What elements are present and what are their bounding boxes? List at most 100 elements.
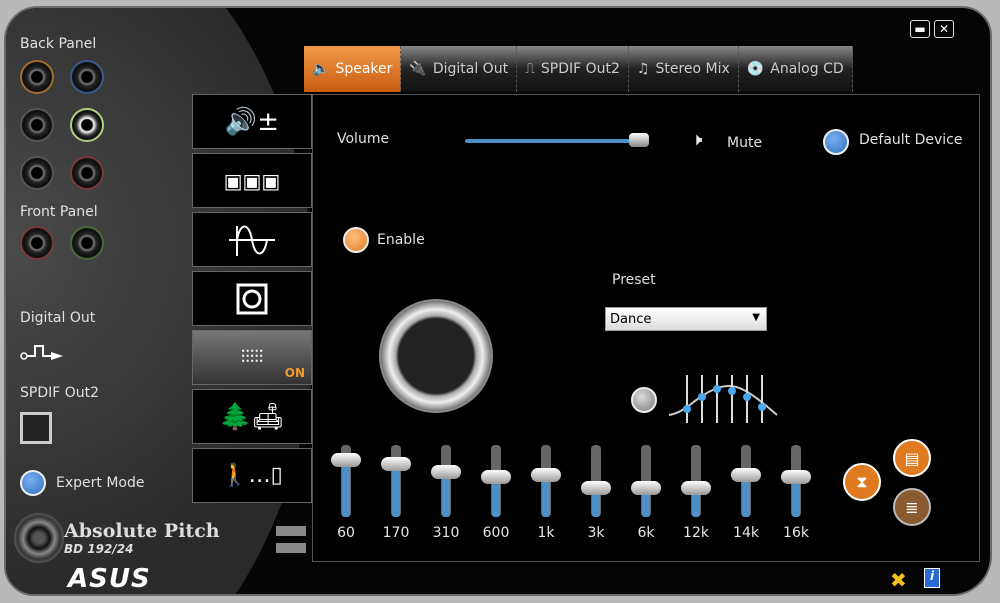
eq-band-label: 1k bbox=[537, 525, 555, 541]
equalizer-on-badge: ON bbox=[284, 366, 305, 380]
side-btn-subwoofer[interactable] bbox=[192, 271, 312, 326]
jack-gray[interactable] bbox=[20, 156, 54, 190]
tab-label: SPDIF Out2 bbox=[540, 61, 620, 77]
equalizer-icon: ⫶⫶⫶⫶⫶ bbox=[240, 347, 264, 368]
tab-digital-out[interactable]: 🔌 Digital Out bbox=[401, 46, 518, 92]
eq-slider-thumb[interactable] bbox=[781, 469, 811, 484]
eq-reset-button[interactable]: ⧗ bbox=[843, 463, 881, 501]
side-btn-environment[interactable]: 🌲🛋 bbox=[192, 389, 312, 444]
eq-slider-thumb[interactable] bbox=[431, 464, 461, 479]
volume-slider[interactable] bbox=[465, 133, 649, 147]
eq-delete-button[interactable]: ≣ bbox=[893, 488, 931, 526]
preset-label: Preset bbox=[612, 272, 656, 288]
close-button[interactable]: ✕ bbox=[934, 20, 954, 38]
eq-slider-60[interactable] bbox=[331, 445, 361, 517]
device-tabs: 🔈 Speaker 🔌 Digital Out ⎍ SPDIF Out2 ♫ Stere… bbox=[304, 46, 853, 92]
speaker-panel: Volume 🕨 Mute Default Device Enable Pres… bbox=[312, 94, 980, 562]
cd-icon: 💿 bbox=[746, 61, 765, 77]
settings-tools-icon[interactable]: ✖ bbox=[890, 568, 907, 592]
eq-slider-14k[interactable] bbox=[731, 445, 761, 517]
brand-model: BD 192/24 bbox=[64, 542, 134, 556]
tab-analog-cd[interactable]: 💿 Analog CD bbox=[739, 46, 853, 92]
brand-name: Absolute Pitch bbox=[64, 520, 220, 542]
eq-slider-thumb[interactable] bbox=[481, 469, 511, 484]
usb-plug-icon: 🔌 bbox=[409, 61, 427, 77]
jack-pink[interactable] bbox=[70, 156, 104, 190]
surround-speakers-icon: ▣▣▣ bbox=[223, 168, 281, 193]
eq-slider-12k[interactable] bbox=[681, 445, 711, 517]
speaker-volume-icon: 🔊± bbox=[224, 106, 280, 137]
info-icon[interactable]: i bbox=[924, 568, 940, 588]
chevron-down-icon: ▼ bbox=[752, 312, 760, 323]
eq-slider-16k[interactable] bbox=[781, 445, 811, 517]
eq-slider-310[interactable] bbox=[431, 445, 461, 517]
mute-label[interactable]: Mute bbox=[727, 135, 762, 151]
eq-band-label: 6k bbox=[637, 525, 655, 541]
preset-value: Dance bbox=[610, 312, 652, 327]
preset-dance-image bbox=[379, 299, 493, 413]
expert-mode-radio[interactable] bbox=[20, 470, 46, 496]
front-jack-pink[interactable] bbox=[20, 226, 54, 260]
eq-slider-1k[interactable] bbox=[531, 445, 561, 517]
side-btn-surround[interactable]: ▣▣▣ bbox=[192, 153, 312, 208]
digital-out-label: Digital Out bbox=[20, 310, 96, 326]
eq-slider-170[interactable] bbox=[381, 445, 411, 517]
front-panel-label: Front Panel bbox=[20, 204, 98, 220]
digital-out-icon[interactable] bbox=[20, 342, 72, 362]
eq-band-label: 3k bbox=[587, 525, 605, 541]
eq-slider-600[interactable] bbox=[481, 445, 511, 517]
eq-save-button[interactable]: ▤ bbox=[893, 439, 931, 477]
eq-band-label: 310 bbox=[432, 525, 460, 541]
eq-slider-thumb[interactable] bbox=[381, 457, 411, 472]
tab-label: Digital Out bbox=[432, 61, 509, 77]
jack-orange[interactable] bbox=[20, 60, 54, 94]
tab-speaker[interactable]: 🔈 Speaker bbox=[304, 46, 402, 92]
tab-spdif-out2[interactable]: ⎍ SPDIF Out2 bbox=[517, 46, 629, 92]
side-btn-speaker-volume[interactable]: 🔊± bbox=[192, 94, 312, 149]
speaker-logo-icon bbox=[14, 513, 64, 563]
scroll-up-button[interactable] bbox=[276, 526, 306, 536]
eq-slider-3k[interactable] bbox=[581, 445, 611, 517]
jack-green-active[interactable] bbox=[70, 108, 104, 142]
preset-dropdown[interactable]: Dance ▼ bbox=[605, 307, 767, 331]
optical-port-icon[interactable] bbox=[20, 412, 52, 444]
volume-slider-thumb[interactable] bbox=[629, 133, 649, 147]
tab-label: Speaker bbox=[335, 61, 393, 77]
jack-black[interactable] bbox=[20, 108, 54, 142]
eq-slider-6k[interactable] bbox=[631, 445, 661, 517]
eq-band-label: 14k bbox=[733, 525, 759, 541]
music-note-icon: ♫ bbox=[636, 61, 650, 77]
side-btn-wave[interactable] bbox=[192, 212, 312, 267]
jack-blue[interactable] bbox=[70, 60, 104, 94]
enable-label[interactable]: Enable bbox=[377, 232, 425, 248]
eq-reset-radio[interactable] bbox=[631, 387, 657, 413]
eq-slider-thumb[interactable] bbox=[331, 453, 361, 468]
enable-radio[interactable] bbox=[343, 227, 369, 253]
tab-stereo-mix[interactable]: ♫ Stereo Mix bbox=[629, 46, 739, 92]
eq-slider-thumb[interactable] bbox=[531, 468, 561, 483]
default-device-radio[interactable] bbox=[823, 129, 849, 155]
eq-slider-thumb[interactable] bbox=[581, 481, 611, 496]
eq-band-label: 600 bbox=[482, 525, 510, 541]
expert-mode-label[interactable]: Expert Mode bbox=[56, 475, 144, 491]
eq-band-label: 170 bbox=[382, 525, 410, 541]
tab-label: Stereo Mix bbox=[655, 61, 730, 77]
scroll-down-button[interactable] bbox=[276, 543, 306, 553]
eq-band-label: 60 bbox=[337, 525, 355, 541]
eq-band-label: 12k bbox=[683, 525, 709, 541]
mute-icon[interactable]: 🕨 bbox=[691, 129, 702, 150]
back-panel-label: Back Panel bbox=[20, 36, 97, 52]
default-device-label[interactable]: Default Device bbox=[859, 132, 962, 148]
side-btn-room-correction[interactable]: 🚶…▯ bbox=[192, 448, 312, 503]
eq-slider-thumb[interactable] bbox=[731, 468, 761, 483]
sine-wave-icon bbox=[229, 225, 275, 256]
side-btn-equalizer[interactable]: ⫶⫶⫶⫶⫶ ON bbox=[192, 330, 312, 385]
room-correction-icon: 🚶…▯ bbox=[221, 463, 283, 488]
tab-label: Analog CD bbox=[770, 61, 844, 77]
pulse-icon: ⎍ bbox=[525, 61, 535, 77]
minimize-button[interactable]: ▬ bbox=[910, 20, 930, 38]
speaker-icon: 🔈 bbox=[312, 61, 330, 77]
front-jack-green[interactable] bbox=[70, 226, 104, 260]
eq-slider-thumb[interactable] bbox=[631, 481, 661, 496]
eq-slider-thumb[interactable] bbox=[681, 481, 711, 496]
